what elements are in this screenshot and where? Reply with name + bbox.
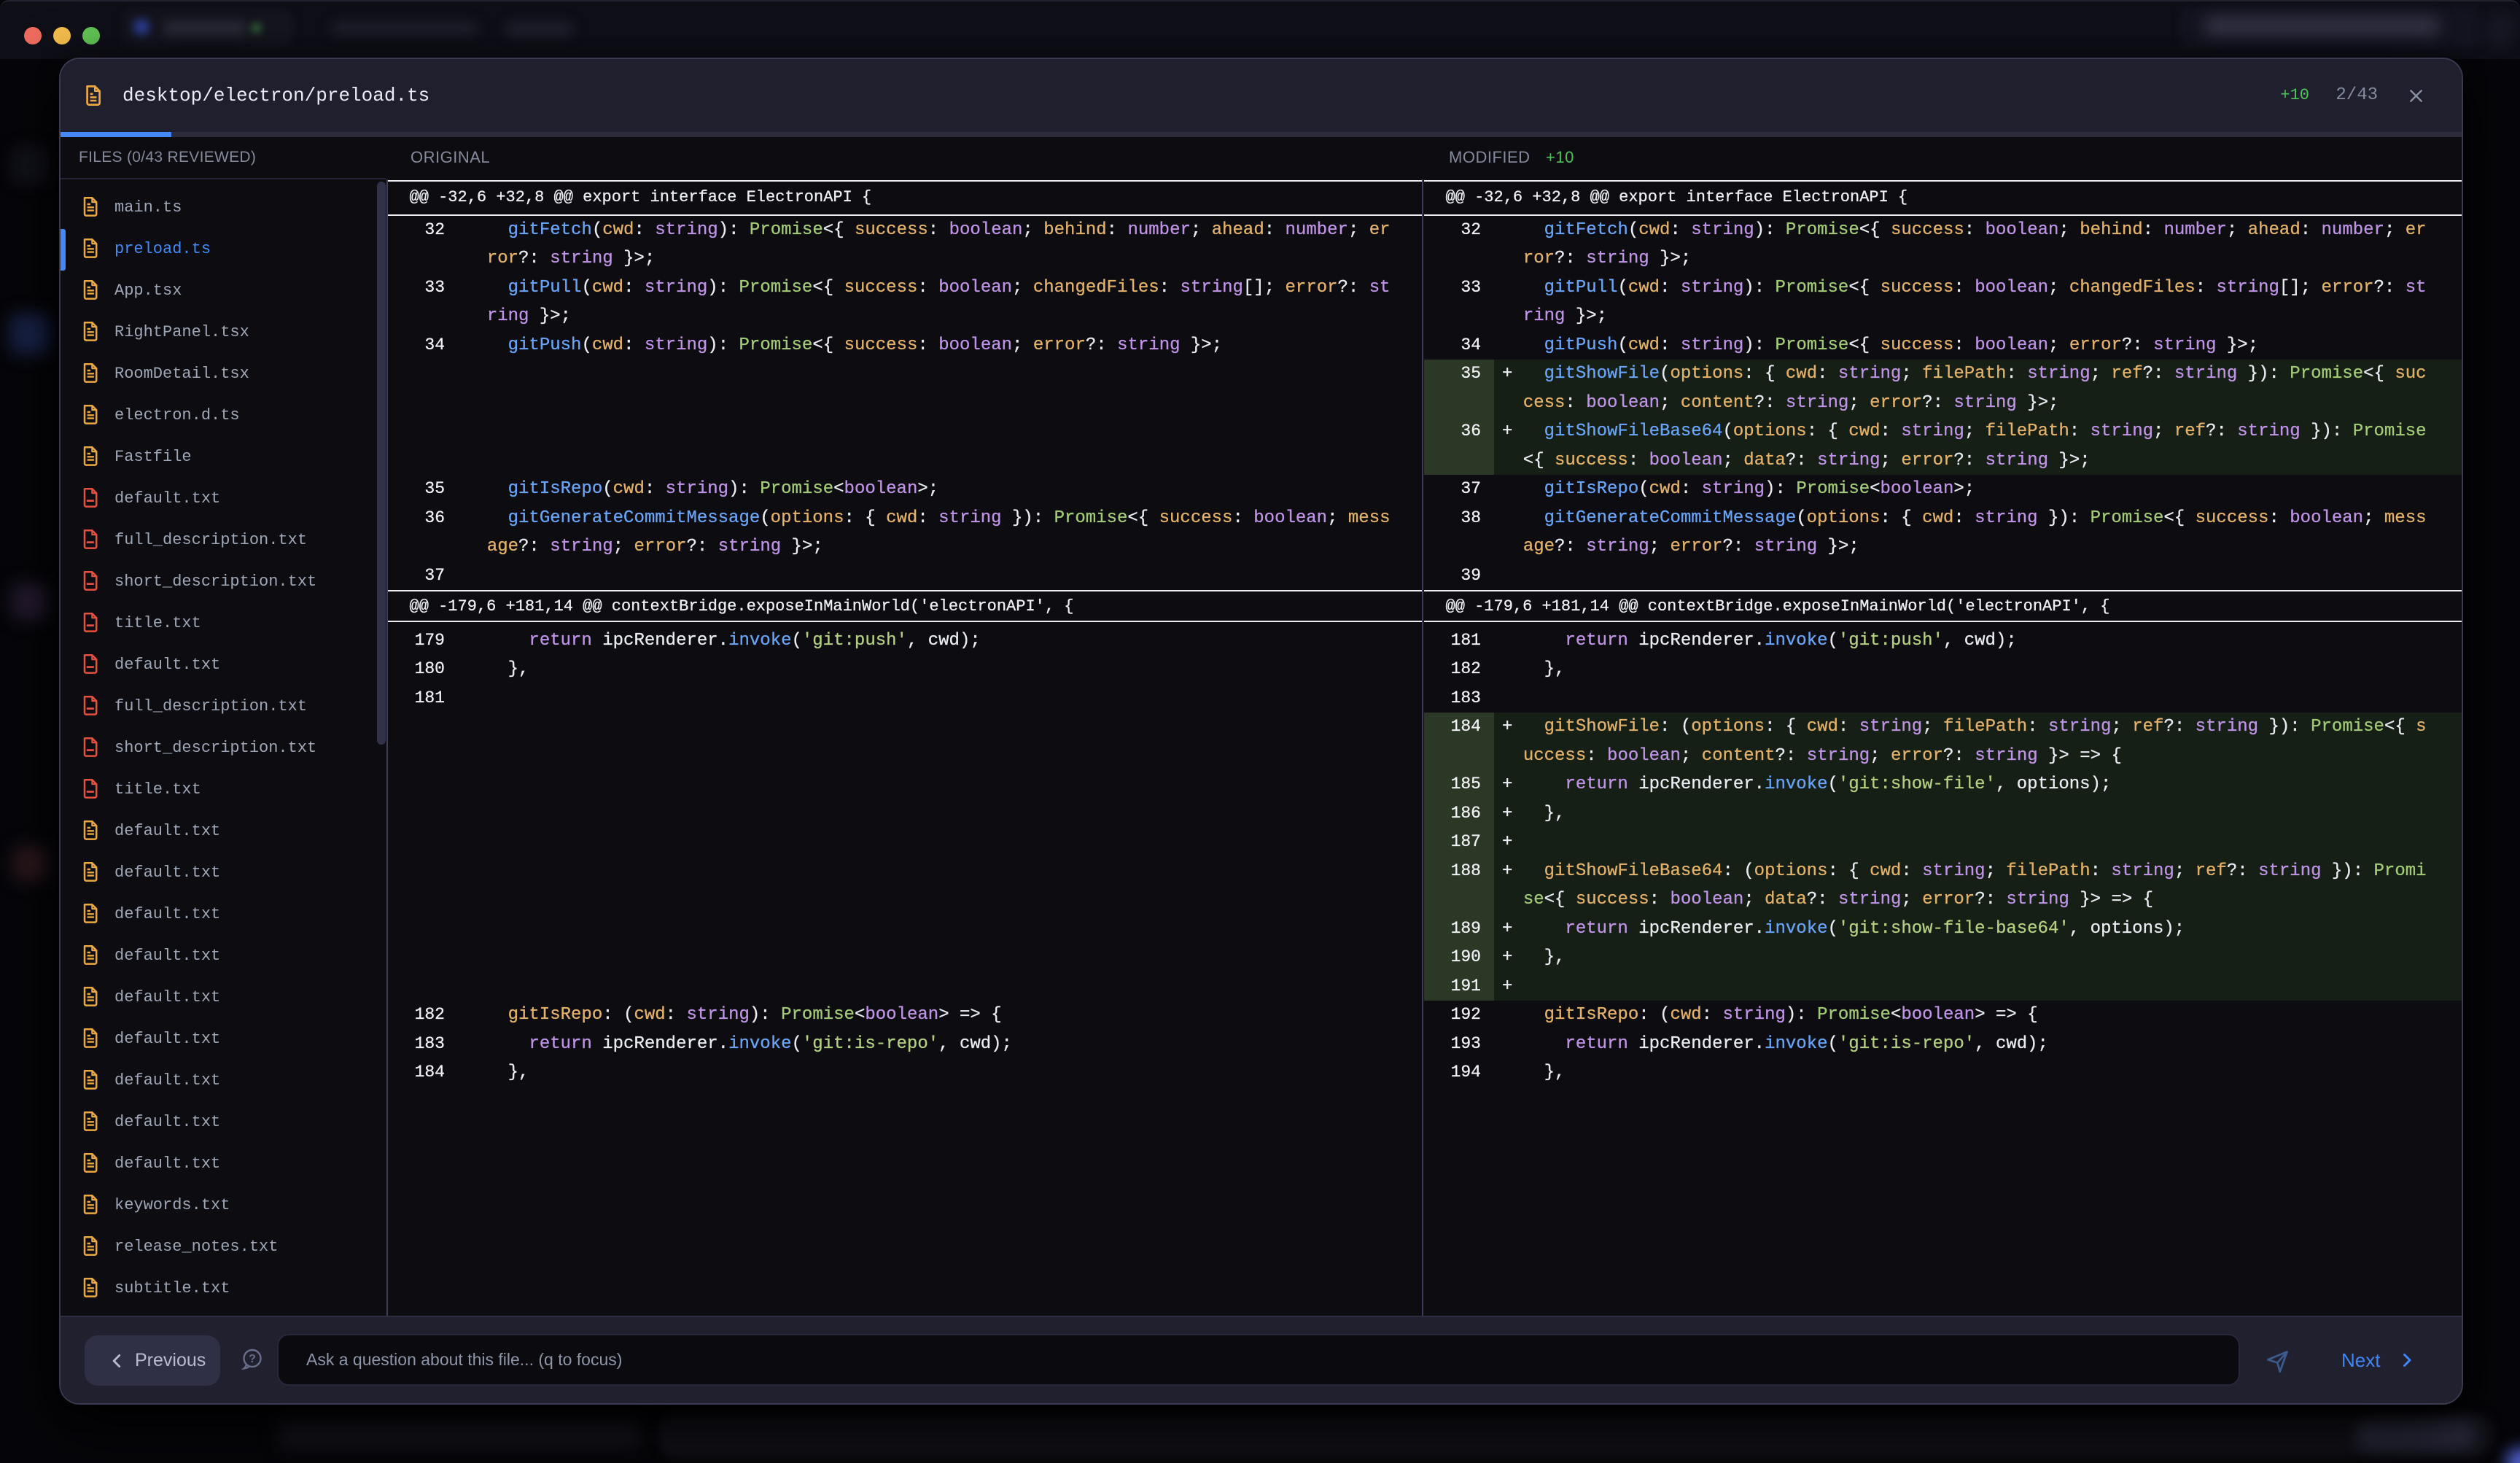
svg-text:?: ? [249, 1353, 256, 1365]
